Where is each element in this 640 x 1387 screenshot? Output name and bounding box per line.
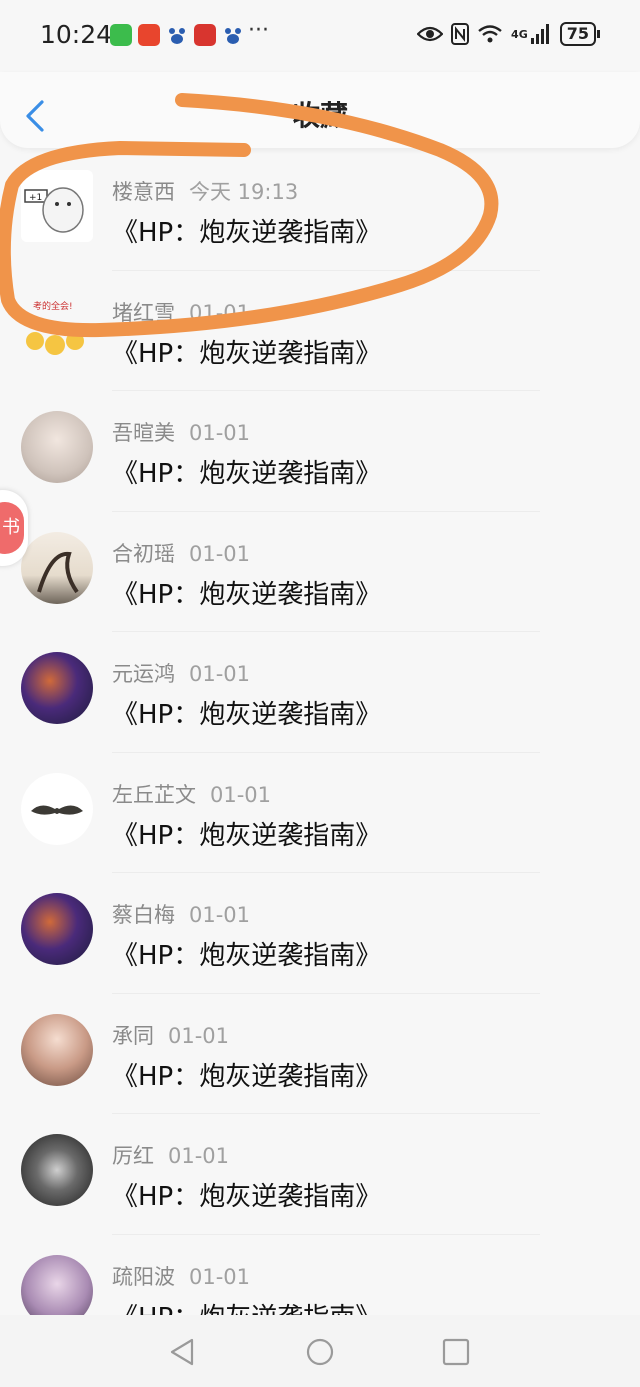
- item-date: 今天 19:13: [189, 180, 299, 204]
- work-title: 《HP：炮灰逆袭指南》: [112, 941, 382, 971]
- navigation-bar: [0, 1315, 640, 1387]
- work-title: 《HP：炮灰逆袭指南》: [112, 218, 382, 248]
- avatar[interactable]: [21, 652, 93, 724]
- floating-side-button[interactable]: 书: [0, 490, 28, 566]
- more-dots-icon: ···: [248, 18, 269, 43]
- network-type: 4G: [511, 27, 528, 41]
- item-date: 01-01: [189, 903, 251, 927]
- work-title: 《HP：炮灰逆袭指南》: [112, 459, 382, 489]
- item-date: 01-01: [189, 662, 251, 686]
- user-name: 蔡白梅: [112, 903, 175, 927]
- svg-text:考的全会!: 考的全会!: [33, 300, 73, 312]
- item-date: 01-01: [189, 541, 251, 566]
- back-triangle-icon[interactable]: [168, 1337, 198, 1367]
- work-title: 《HP：炮灰逆袭指南》: [112, 1297, 381, 1316]
- list-item[interactable]: 厉红 01-01 《HP：炮灰逆袭指南》: [0, 1114, 640, 1235]
- item-date: 01-01: [189, 300, 251, 325]
- user-name: 楼意西: [112, 180, 175, 204]
- user-name: 左丘芷文: [112, 782, 196, 807]
- page-header: 收藏: [0, 72, 640, 148]
- work-title: 《HP：炮灰逆袭指南》: [112, 338, 382, 369]
- item-date: 01-01: [168, 1023, 230, 1048]
- wifi-icon: [478, 25, 502, 43]
- list-item[interactable]: 吾暄美 01-01 《HP：炮灰逆袭指南》: [0, 391, 640, 512]
- wechat-icon: [110, 24, 132, 46]
- baidu-icon: [222, 24, 244, 46]
- battery-icon: 75: [559, 22, 596, 46]
- item-date: 01-01: [189, 421, 251, 445]
- item-date: 01-01: [210, 782, 272, 807]
- work-title: 《HP：炮灰逆袭指南》: [112, 820, 382, 851]
- avatar[interactable]: [21, 1134, 93, 1206]
- signal-icon: [530, 24, 549, 44]
- list-item[interactable]: +1 楼意西 今天 19:13 《HP：炮灰逆袭指南》: [0, 150, 640, 271]
- list-item[interactable]: 左丘芷文 01-01 《HP：炮灰逆袭指南》: [0, 753, 640, 873]
- work-title: 《HP：炮灰逆袭指南》: [112, 1182, 382, 1212]
- user-name: 厉红: [112, 1144, 154, 1168]
- work-title: 《HP：炮灰逆袭指南》: [112, 579, 382, 610]
- avatar[interactable]: [21, 1254, 93, 1315]
- avatar[interactable]: [21, 531, 93, 604]
- user-name: 承同: [112, 1023, 154, 1048]
- item-date: 01-01: [189, 1264, 251, 1289]
- list-item[interactable]: 疏阳波 01-01 《HP：炮灰逆袭指南》: [0, 1235, 640, 1316]
- status-time: 10:24: [40, 20, 113, 49]
- page-title: 收藏: [291, 99, 348, 132]
- user-name: 合初瑶: [112, 541, 175, 566]
- list-item[interactable]: 承同 01-01 《HP：炮灰逆袭指南》: [0, 994, 640, 1114]
- recents-square-icon[interactable]: [441, 1337, 471, 1367]
- user-name: 堵红雪: [112, 300, 175, 325]
- battery-tip: [597, 30, 600, 38]
- list-item[interactable]: 合初瑶 01-01 《HP：炮灰逆袭指南》: [0, 512, 640, 632]
- list-item[interactable]: 考的全会! 堵红雪 01-01 《HP：炮灰逆袭指南》: [0, 271, 640, 391]
- user-name: 元运鸿: [112, 662, 175, 686]
- app-red-icon: [194, 24, 216, 46]
- avatar[interactable]: 考的全会!: [21, 291, 93, 363]
- svg-text:+1: +1: [29, 193, 42, 203]
- item-date: 01-01: [168, 1144, 230, 1168]
- side-button-label: 书: [0, 502, 24, 554]
- avatar[interactable]: [21, 411, 93, 483]
- eye-icon: [417, 26, 444, 42]
- baidu-icon: [166, 24, 188, 46]
- user-name: 疏阳波: [112, 1264, 175, 1289]
- favorites-list[interactable]: +1 楼意西 今天 19:13 《HP：炮灰逆袭指南》 考的全会! 堵红雪 01-0…: [0, 150, 640, 1315]
- user-name: 吾暄美: [112, 421, 175, 445]
- list-item[interactable]: 元运鸿 01-01 《HP：炮灰逆袭指南》: [0, 632, 640, 753]
- status-bar: 10:24 ··· 4G 75: [0, 0, 640, 72]
- taobao-icon: [138, 24, 160, 46]
- list-item[interactable]: 蔡白梅 01-01 《HP：炮灰逆袭指南》: [0, 873, 640, 994]
- nfc-icon: [451, 23, 470, 45]
- avatar[interactable]: [21, 1013, 93, 1086]
- avatar[interactable]: [21, 893, 93, 965]
- work-title: 《HP：炮灰逆袭指南》: [112, 700, 382, 730]
- avatar[interactable]: [21, 772, 93, 845]
- home-circle-icon[interactable]: [305, 1337, 335, 1367]
- work-title: 《HP：炮灰逆袭指南》: [112, 1061, 382, 1092]
- avatar[interactable]: +1: [21, 170, 93, 242]
